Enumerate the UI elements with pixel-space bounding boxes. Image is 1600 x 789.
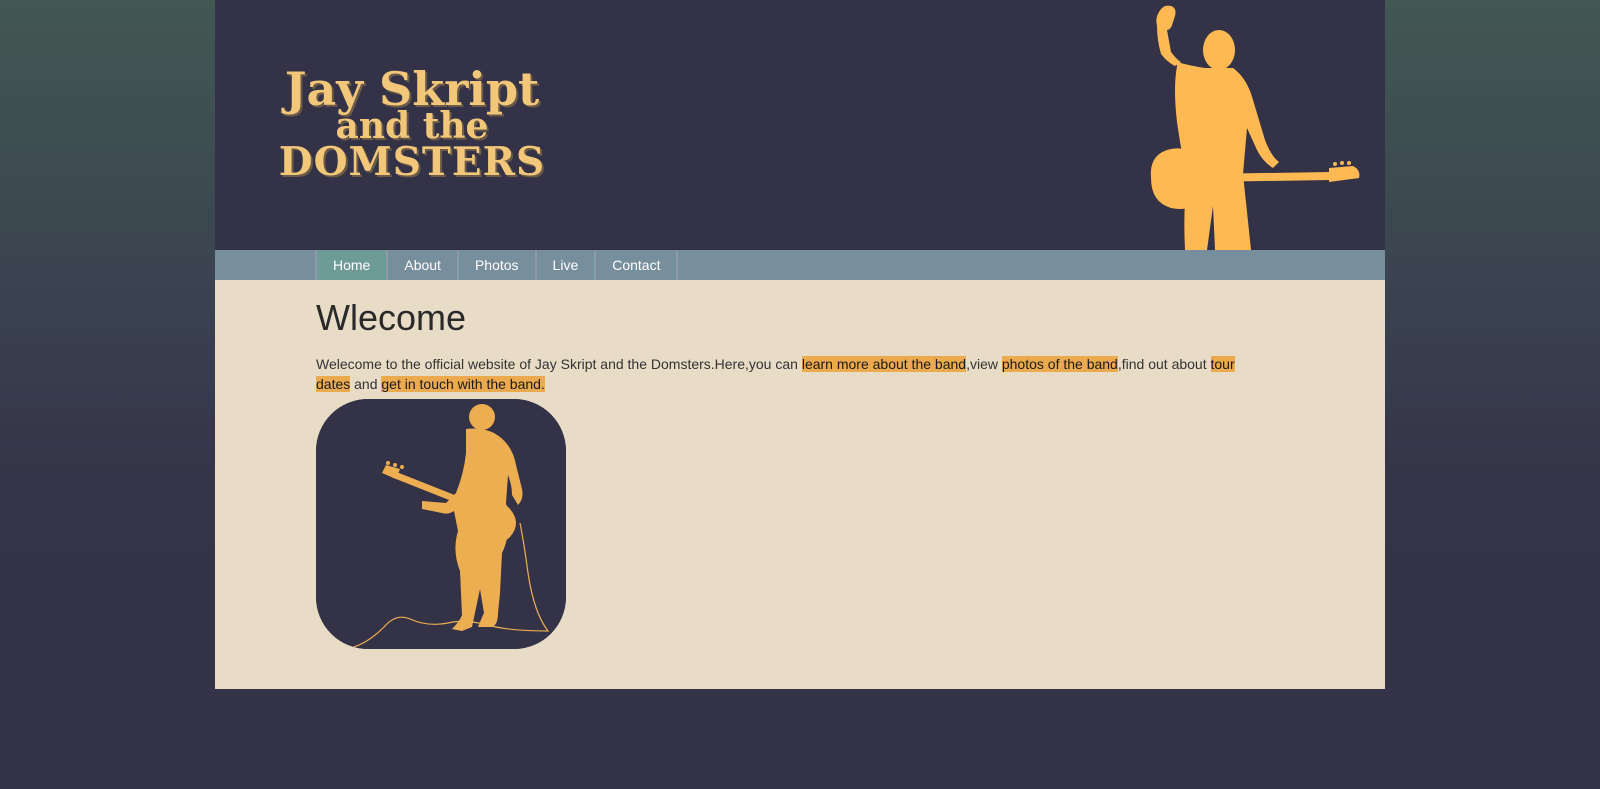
intro-text-3: ,find out about [1117,355,1211,372]
logo-line-3: DOMSTERS [278,139,546,185]
main-content: Wlecome Welecome to the official website… [316,280,1266,394]
intro-text-1: Welecome to the official website of Jay … [316,355,802,372]
nav-item-photos[interactable]: Photos [459,250,537,280]
main-navigation: Home About Photos Live Contact [215,250,1385,280]
band-logo[interactable]: Jay Skript and the DOMSTERS [267,66,557,186]
nav-item-home[interactable]: Home [315,250,389,280]
page-container: Jay Skript and the DOMSTERS Home About P… [215,0,1385,689]
photos-link[interactable]: photos of the band [1001,355,1118,372]
intro-text-4: and [350,375,382,392]
nav-list: Home About Photos Live Contact [315,250,679,280]
contact-link[interactable]: get in touch with the band. [381,375,545,392]
about-link[interactable]: learn more about the band [801,355,967,372]
nav-item-about[interactable]: About [388,250,459,280]
page-title: Wlecome [316,297,467,338]
guitarist-photo [316,399,566,649]
site-header: Jay Skript and the DOMSTERS [215,0,1385,250]
nav-item-contact[interactable]: Contact [596,250,679,280]
nav-item-live[interactable]: Live [537,250,597,280]
guitarist-hero-silhouette [1150,5,1360,250]
intro-paragraph: Welecome to the official website of Jay … [316,354,1261,394]
intro-text-2: ,view [966,355,1002,372]
